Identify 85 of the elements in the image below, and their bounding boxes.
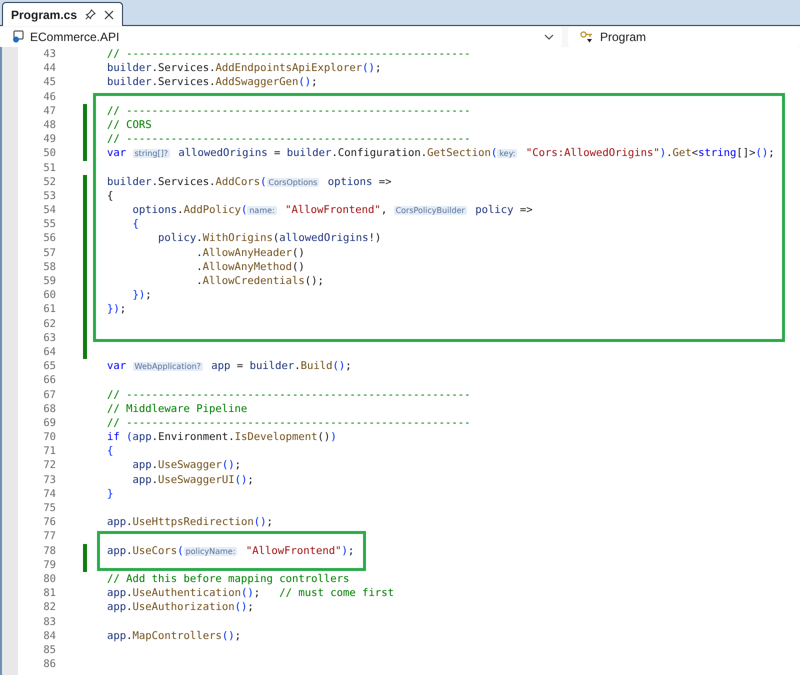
code-line: // ------------------------------------------------------: [107, 388, 471, 402]
line-number: 45: [42, 75, 56, 90]
code-line: app.MapControllers();: [107, 628, 242, 643]
line-number: 86: [42, 657, 56, 672]
line-number: 54: [42, 203, 56, 218]
code-line: builder.Services.AddSwaggerGen();: [107, 75, 319, 90]
line-number: 51: [42, 160, 56, 175]
line-number: 84: [42, 628, 56, 643]
code-line: });: [132, 288, 153, 302]
line-number: 63: [42, 330, 56, 345]
line-number: 68: [42, 402, 56, 416]
line-number: 52: [42, 174, 56, 189]
code-line: // ------------------------------------------------------: [107, 47, 471, 62]
pin-icon[interactable]: [85, 9, 96, 20]
code-line: {: [107, 444, 114, 458]
line-number: 78: [42, 544, 56, 558]
line-number: 56: [42, 231, 56, 246]
code-line: {: [107, 188, 114, 204]
line-number: 55: [42, 217, 56, 232]
line-number: 71: [42, 444, 56, 458]
code-line: // Add this before mapping controllers: [107, 572, 350, 586]
code-line: // ------------------------------------------------------: [107, 416, 471, 430]
code-line: .AllowCredentials();: [195, 274, 325, 288]
project-dropdown[interactable]: ECommerce.API: [0, 26, 562, 46]
line-number: 53: [42, 188, 56, 204]
line-number: 83: [42, 614, 56, 629]
code-line: }: [107, 486, 114, 501]
line-number: 58: [42, 260, 56, 274]
line-number: 48: [42, 118, 56, 132]
code-line: app.UseHttpsRedirection();: [107, 515, 274, 530]
line-number: 43: [42, 47, 56, 62]
line-number: 47: [42, 104, 56, 118]
line-number: 60: [42, 288, 56, 302]
code-line: app.UseSwaggerUI();: [132, 472, 255, 487]
line-number: 74: [42, 486, 56, 501]
code-line: app.UseSwagger();: [132, 458, 242, 473]
chevron-icon: [544, 34, 554, 40]
code-line: .AllowAnyMethod(): [195, 260, 306, 274]
line-number: 81: [42, 586, 56, 600]
line-number: 50: [42, 146, 56, 160]
line-number: 62: [42, 316, 56, 331]
tab-label: Program.cs: [11, 8, 78, 22]
key-icon: [580, 30, 594, 42]
code-line: var string[]? allowedOrigins = builder.Configuration.GetSection( key: "Cors:AllowedOrigins").Get<string[]>();: [107, 146, 775, 160]
line-number: 59: [42, 274, 56, 288]
code-line: // CORS: [107, 118, 153, 132]
line-number: 76: [42, 515, 56, 530]
member-dropdown[interactable]: Program: [568, 26, 800, 46]
code-line: .AllowAnyHeader(): [195, 246, 306, 260]
line-number: 57: [42, 246, 56, 260]
code-line: if (app.Environment.IsDevelopment()): [107, 430, 338, 444]
line-number: 46: [42, 90, 56, 104]
line-number: 77: [42, 529, 56, 544]
code-line: {: [132, 217, 140, 232]
line-number: 66: [42, 373, 56, 388]
code-line: // ------------------------------------------------------: [107, 104, 472, 118]
line-number: 67: [42, 388, 56, 402]
code-line: // ------------------------------------------------------: [107, 132, 472, 146]
code-line: builder.Services.AddCors( CorsOptions options =>: [107, 174, 392, 189]
code-line: app.UseAuthentication(); // must come first: [107, 586, 394, 600]
line-number: 75: [42, 501, 56, 516]
line-number: 73: [42, 472, 56, 487]
line-number: 80: [42, 572, 56, 586]
code-line: policy.WithOrigins(allowedOrigins!): [157, 231, 382, 246]
line-number: 79: [42, 558, 56, 572]
line-number: 49: [42, 132, 56, 146]
line-number: 70: [42, 430, 56, 444]
file-tab[interactable]: Program.cs: [2, 2, 124, 26]
line-number: 82: [42, 600, 56, 614]
code-line: });: [107, 302, 128, 317]
code-line: app.UseAuthorization();: [107, 600, 255, 614]
line-number: 69: [42, 416, 56, 430]
line-number: 72: [42, 458, 56, 473]
code-line: app.UseCors( policyName: "AllowFrontend");: [107, 544, 354, 558]
line-number: 85: [42, 642, 56, 658]
line-number: 44: [42, 61, 56, 76]
code-line: // Middleware Pipeline: [107, 402, 248, 416]
line-number: 64: [42, 344, 56, 360]
code-line: options.AddPolicy( name: "AllowFrontend", CorsPolicyBuilder policy =>: [132, 203, 534, 218]
line-number: 61: [42, 302, 56, 317]
code-line: var WebApplication? app = builder.Build();: [107, 359, 353, 374]
code-line: builder.Services.AddEndpointsApiExplorer();: [107, 61, 382, 76]
project-icon: [12, 30, 24, 43]
close-icon[interactable]: [104, 10, 114, 20]
line-number: 65: [42, 359, 56, 374]
